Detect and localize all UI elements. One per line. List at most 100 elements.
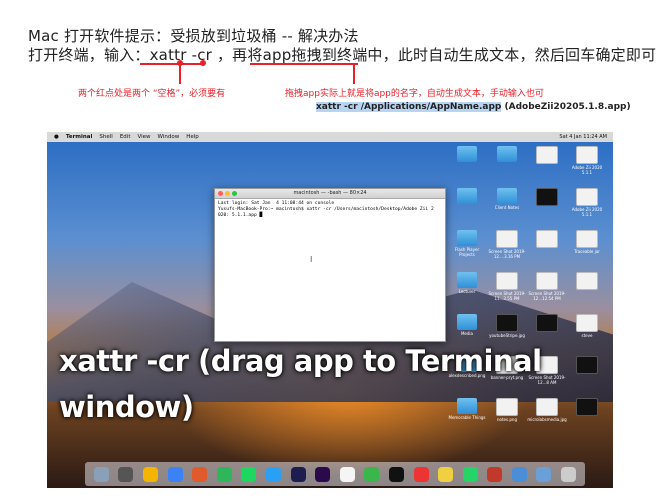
video-screenshot: ● Terminal Shell Edit View Window Help S…	[47, 132, 613, 488]
dock-app-icon[interactable]	[364, 466, 380, 482]
minimize-icon[interactable]	[225, 191, 230, 196]
desktop-icon[interactable]: steve	[567, 314, 607, 338]
instruction-line: 打开终端，输入：xattr -cr ，再将app拖拽到终端中，此时自动生成文本，…	[28, 44, 658, 65]
instruction-suffix: ，此时自动生成文本，然后回车确定即可；	[382, 46, 658, 64]
desktop-icon[interactable]	[527, 188, 567, 207]
menu-window[interactable]: Window	[158, 134, 180, 140]
desktop-icon[interactable]	[527, 146, 567, 165]
dock-app-icon[interactable]	[241, 466, 257, 482]
desktop-icon[interactable]: microlabsmedia.jpg	[527, 398, 567, 422]
file-icon	[536, 230, 558, 248]
dock-app-icon[interactable]	[462, 466, 478, 482]
terminal-output[interactable]: Last login: Sat Jan 4 11:08:44 on consol…	[215, 199, 445, 221]
dock-app-icon[interactable]	[339, 466, 355, 482]
menu-edit[interactable]: Edit	[120, 134, 131, 140]
desktop-icon[interactable]: Memorable Things	[447, 398, 487, 420]
file-icon	[496, 230, 518, 248]
desktop-icon-label: Screen Shot 2019-12...12.54 PM	[528, 291, 566, 301]
desktop-icon[interactable]: Adobe Zii 2020 5.1.1	[567, 146, 607, 175]
instruction-prefix: 打开终端，输入：	[28, 46, 150, 64]
folder-icon	[457, 188, 477, 204]
dock-app-icon[interactable]	[290, 466, 306, 482]
file-icon	[576, 188, 598, 206]
menubar-clock: Sat 4 Jan 11:24 AM	[559, 134, 607, 140]
desktop-icon[interactable]: Client Notes	[487, 188, 527, 210]
file-icon	[536, 314, 558, 332]
drag-underline	[250, 63, 358, 65]
desktop-icon[interactable]: Screen Shot 2019-12...12.54 PM	[527, 272, 567, 301]
file-icon	[536, 146, 558, 164]
drag-text: app拖拽到终端中	[262, 46, 383, 64]
note-spaces: 两个红点处是两个 “空格”，必须要有	[78, 89, 226, 99]
dock-app-icon[interactable]	[487, 466, 503, 482]
desktop-icon[interactable]: Media	[447, 314, 487, 336]
desktop-icon-label: Client Notes	[494, 205, 520, 210]
desktop-icon[interactable]: Traceable jar	[567, 230, 607, 254]
dock-app-icon[interactable]	[167, 466, 183, 482]
dock-app-icon[interactable]	[536, 466, 552, 482]
dock-app-icon[interactable]	[142, 466, 158, 482]
dock-app-icon[interactable]	[192, 466, 208, 482]
dock-app-icon[interactable]	[438, 466, 454, 482]
pointer-line-right	[353, 64, 355, 84]
desktop-icon[interactable]: Adobe Zii 2020 5.1.1	[567, 188, 607, 217]
desktop-icon[interactable]	[567, 398, 607, 417]
desktop-icon-label: Traceable jar	[574, 249, 600, 254]
desktop-icon[interactable]	[527, 314, 567, 333]
menu-app-name[interactable]: Terminal	[66, 134, 93, 140]
menu-shell[interactable]: Shell	[99, 134, 112, 140]
file-icon	[576, 398, 598, 416]
zoom-icon[interactable]	[232, 191, 237, 196]
file-icon	[536, 188, 558, 206]
desktop-icon-label: Media	[460, 331, 473, 336]
file-icon	[576, 146, 598, 164]
desktop-icon-label: youtubeStripe.jpg	[489, 333, 525, 338]
desktop-icon[interactable]	[567, 272, 607, 291]
video-caption-line1: xattr -cr (drag app to Terminal	[59, 344, 542, 378]
desktop-icon[interactable]	[487, 146, 527, 163]
command-underline	[140, 63, 204, 65]
dock-app-icon[interactable]	[561, 466, 577, 482]
mac-menubar: ● Terminal Shell Edit View Window Help S…	[47, 132, 613, 142]
folder-icon	[457, 146, 477, 162]
desktop-icon[interactable]: Screen Shot 2019-11...3.55 PM	[487, 272, 527, 301]
dock-app-icon[interactable]	[413, 466, 429, 482]
terminal-title: macintosh — -bash — 80×24	[293, 190, 367, 196]
dock-app-icon[interactable]	[216, 466, 232, 482]
desktop-icon[interactable]	[447, 188, 487, 205]
terminal-titlebar[interactable]: macintosh — -bash — 80×24	[215, 189, 445, 199]
folder-icon	[457, 314, 477, 330]
file-icon	[576, 230, 598, 248]
dock-app-icon[interactable]	[315, 466, 331, 482]
desktop-icon[interactable]: Flash Player Projects	[447, 230, 487, 257]
desktop-icon[interactable]	[567, 356, 607, 375]
close-icon[interactable]	[218, 191, 223, 196]
desktop-icon[interactable]	[447, 146, 487, 163]
dock-app-icon[interactable]	[388, 466, 404, 482]
desktop-icon[interactable]: Screen Shot 2019-12....3.16 PM	[487, 230, 527, 259]
instruction-mid: ，再将	[216, 46, 263, 64]
desktop-icon[interactable]: youtubeStripe.jpg	[487, 314, 527, 338]
terminal-window[interactable]: macintosh — -bash — 80×24 Last login: Sa…	[214, 188, 446, 342]
folder-icon	[457, 230, 477, 246]
desktop-icon[interactable]: notes.png	[487, 398, 527, 422]
folder-icon	[457, 398, 477, 414]
menu-view[interactable]: View	[137, 134, 150, 140]
path-example: xattr -cr /Applications/AppName.app (Ado…	[316, 102, 631, 112]
dock-app-icon[interactable]	[511, 466, 527, 482]
dock-app-icon[interactable]	[118, 466, 134, 482]
folder-icon	[457, 272, 477, 288]
path-selected: xattr -cr /Applications/AppName.app	[316, 102, 502, 112]
title-line: Mac 打开软件提示：受损放到垃圾桶 -- 解决办法	[28, 27, 359, 45]
apple-menu-icon[interactable]: ●	[54, 134, 59, 140]
dock-app-icon[interactable]	[265, 466, 281, 482]
space-dot-2	[200, 60, 206, 66]
desktop-icon-label: Flash Player Projects	[454, 247, 480, 257]
file-icon	[496, 314, 518, 332]
file-icon	[496, 398, 518, 416]
desktop-icon[interactable]	[527, 230, 567, 249]
file-icon	[576, 314, 598, 332]
desktop-icon[interactable]: Lecturer	[447, 272, 487, 294]
menu-help[interactable]: Help	[186, 134, 199, 140]
dock-app-icon[interactable]	[93, 466, 109, 482]
